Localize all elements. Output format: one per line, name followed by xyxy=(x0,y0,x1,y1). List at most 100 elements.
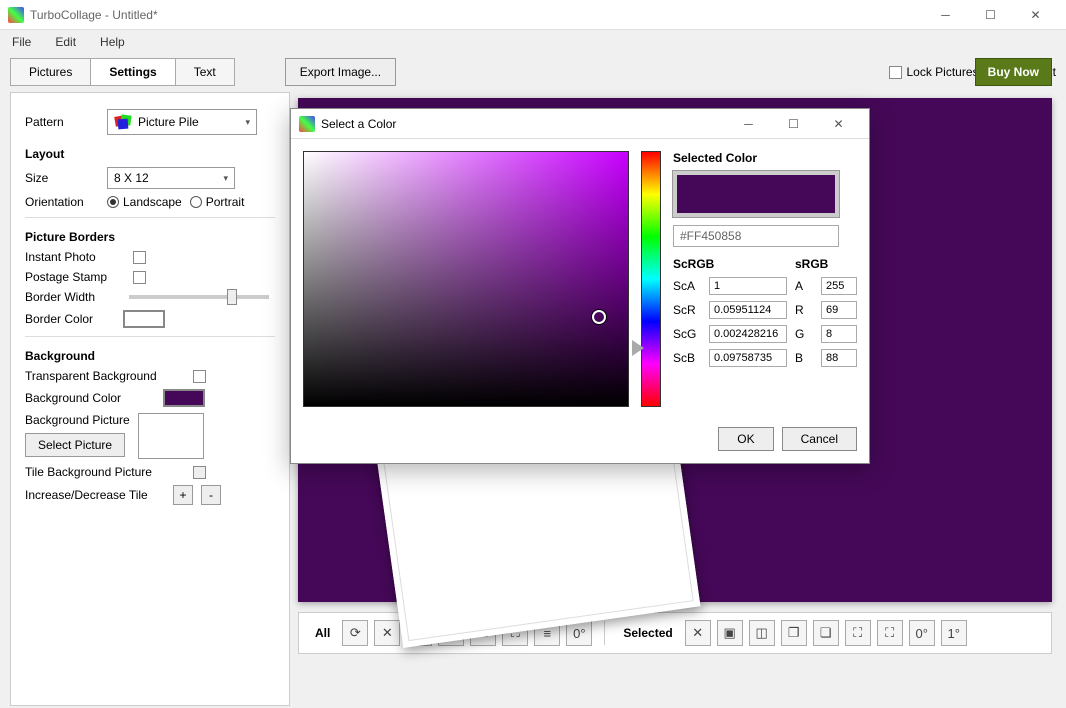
orientation-landscape-radio[interactable]: Landscape xyxy=(107,195,182,209)
background-title: Background xyxy=(25,349,275,363)
tabs: Pictures Settings Text xyxy=(10,58,235,86)
radio-icon xyxy=(190,196,202,208)
border-width-label: Border Width xyxy=(25,290,115,304)
rotate-all-button[interactable]: ⟳ xyxy=(342,620,368,646)
titlebar: TurboCollage - Untitled* ─ ☐ ✕ xyxy=(0,0,1066,30)
pattern-icon xyxy=(114,113,134,131)
transparent-bg-checkbox[interactable] xyxy=(193,370,206,383)
g-label: G xyxy=(795,327,813,341)
buy-now-button[interactable]: Buy Now xyxy=(975,58,1052,86)
dialog-title: Select a Color xyxy=(321,117,726,131)
lock-pictures-checkbox[interactable]: Lock Pictures xyxy=(889,65,978,79)
delete-button[interactable]: ✕ xyxy=(685,620,711,646)
instant-photo-checkbox[interactable] xyxy=(133,251,146,264)
maximize-button[interactable]: ☐ xyxy=(968,0,1013,30)
tab-text[interactable]: Text xyxy=(176,59,234,85)
saturation-value-panel[interactable] xyxy=(303,151,629,407)
radio-icon xyxy=(107,196,119,208)
toolbar: Pictures Settings Text Export Image... L… xyxy=(0,54,1066,90)
select-picture-button[interactable]: Select Picture xyxy=(25,433,125,457)
bg-picture-preview xyxy=(138,413,204,459)
b-input[interactable] xyxy=(821,349,857,367)
a-label: A xyxy=(795,279,813,293)
layout-title: Layout xyxy=(25,147,275,161)
pattern-label: Pattern xyxy=(25,115,99,129)
sca-input[interactable] xyxy=(709,277,787,295)
menubar: File Edit Help xyxy=(0,30,1066,54)
dialog-minimize-button[interactable]: ─ xyxy=(726,109,771,139)
b-label: B xyxy=(795,351,813,365)
pattern-select[interactable]: Picture Pile ▾ xyxy=(107,109,257,135)
bring-front-button[interactable]: ❐ xyxy=(781,620,807,646)
all-label: All xyxy=(315,626,330,640)
postage-stamp-label: Postage Stamp xyxy=(25,270,125,284)
a-input[interactable] xyxy=(821,277,857,295)
fill-selected-button[interactable]: ⛶ xyxy=(877,620,903,646)
menu-help[interactable]: Help xyxy=(94,33,131,51)
hue-thumb[interactable] xyxy=(632,340,644,356)
shuffle-button[interactable]: ✕ xyxy=(374,620,400,646)
app-icon xyxy=(8,7,24,23)
g-input[interactable] xyxy=(821,325,857,343)
transparent-bg-label: Transparent Background xyxy=(25,369,185,383)
fit-selected-button[interactable]: ⛶ xyxy=(845,620,871,646)
tab-pictures[interactable]: Pictures xyxy=(11,59,91,85)
hex-input[interactable]: #FF450858 xyxy=(673,225,839,247)
orientation-portrait-radio[interactable]: Portrait xyxy=(190,195,264,209)
settings-panel: Pattern Picture Pile ▾ Layout Size 8 X 1… xyxy=(10,92,290,706)
scg-input[interactable] xyxy=(709,325,787,343)
size-label: Size xyxy=(25,171,99,185)
lock-pictures-label: Lock Pictures xyxy=(906,65,978,79)
tile-bg-label: Tile Background Picture xyxy=(25,465,185,479)
menu-edit[interactable]: Edit xyxy=(49,33,82,51)
tile-decrease-button[interactable]: - xyxy=(201,485,221,505)
minimize-button[interactable]: ─ xyxy=(923,0,968,30)
border-width-slider[interactable] xyxy=(129,295,269,299)
srgb-header: sRGB xyxy=(795,257,857,271)
scb-label: ScB xyxy=(673,351,701,365)
dialog-close-button[interactable]: ✕ xyxy=(816,109,861,139)
chevron-down-icon: ▾ xyxy=(223,173,228,184)
one-deg-button[interactable]: 1° xyxy=(941,620,967,646)
bg-color-label: Background Color xyxy=(25,391,155,405)
scg-label: ScG xyxy=(673,327,701,341)
size-select[interactable]: 8 X 12 ▾ xyxy=(107,167,235,189)
instant-photo-label: Instant Photo xyxy=(25,250,125,264)
r-label: R xyxy=(795,303,813,317)
r-input[interactable] xyxy=(821,301,857,319)
hue-slider[interactable] xyxy=(641,151,661,407)
export-image-button[interactable]: Export Image... xyxy=(285,58,396,86)
scb-input[interactable] xyxy=(709,349,787,367)
bg-color-swatch[interactable] xyxy=(163,389,205,407)
bg-picture-label: Background Picture xyxy=(25,413,130,427)
ok-button[interactable]: OK xyxy=(718,427,773,451)
selected-label: Selected xyxy=(623,626,672,640)
menu-file[interactable]: File xyxy=(6,33,37,51)
orientation-label: Orientation xyxy=(25,195,99,209)
crop-button[interactable]: ◫ xyxy=(749,620,775,646)
tile-increase-button[interactable]: + xyxy=(173,485,193,505)
tile-bg-checkbox[interactable] xyxy=(193,466,206,479)
scr-label: ScR xyxy=(673,303,701,317)
scr-input[interactable] xyxy=(709,301,787,319)
window-title: TurboCollage - Untitled* xyxy=(30,8,923,22)
send-back-button[interactable]: ❏ xyxy=(813,620,839,646)
sca-label: ScA xyxy=(673,279,701,293)
border-color-label: Border Color xyxy=(25,312,115,326)
postage-stamp-checkbox[interactable] xyxy=(133,271,146,284)
borders-title: Picture Borders xyxy=(25,230,275,244)
scrgb-header: ScRGB xyxy=(673,257,787,271)
slider-thumb[interactable] xyxy=(227,289,237,305)
replace-image-button[interactable]: ▣ xyxy=(717,620,743,646)
dialog-titlebar: Select a Color ─ ☐ ✕ xyxy=(291,109,869,139)
chevron-down-icon: ▾ xyxy=(245,117,250,128)
selected-color-swatch xyxy=(673,171,839,217)
cancel-button[interactable]: Cancel xyxy=(782,427,857,451)
sv-cursor[interactable] xyxy=(592,310,606,324)
border-color-swatch[interactable] xyxy=(123,310,165,328)
dialog-maximize-button[interactable]: ☐ xyxy=(771,109,816,139)
app-icon xyxy=(299,116,315,132)
tab-settings[interactable]: Settings xyxy=(91,59,175,85)
close-button[interactable]: ✕ xyxy=(1013,0,1058,30)
zero-deg-sel-button[interactable]: 0° xyxy=(909,620,935,646)
